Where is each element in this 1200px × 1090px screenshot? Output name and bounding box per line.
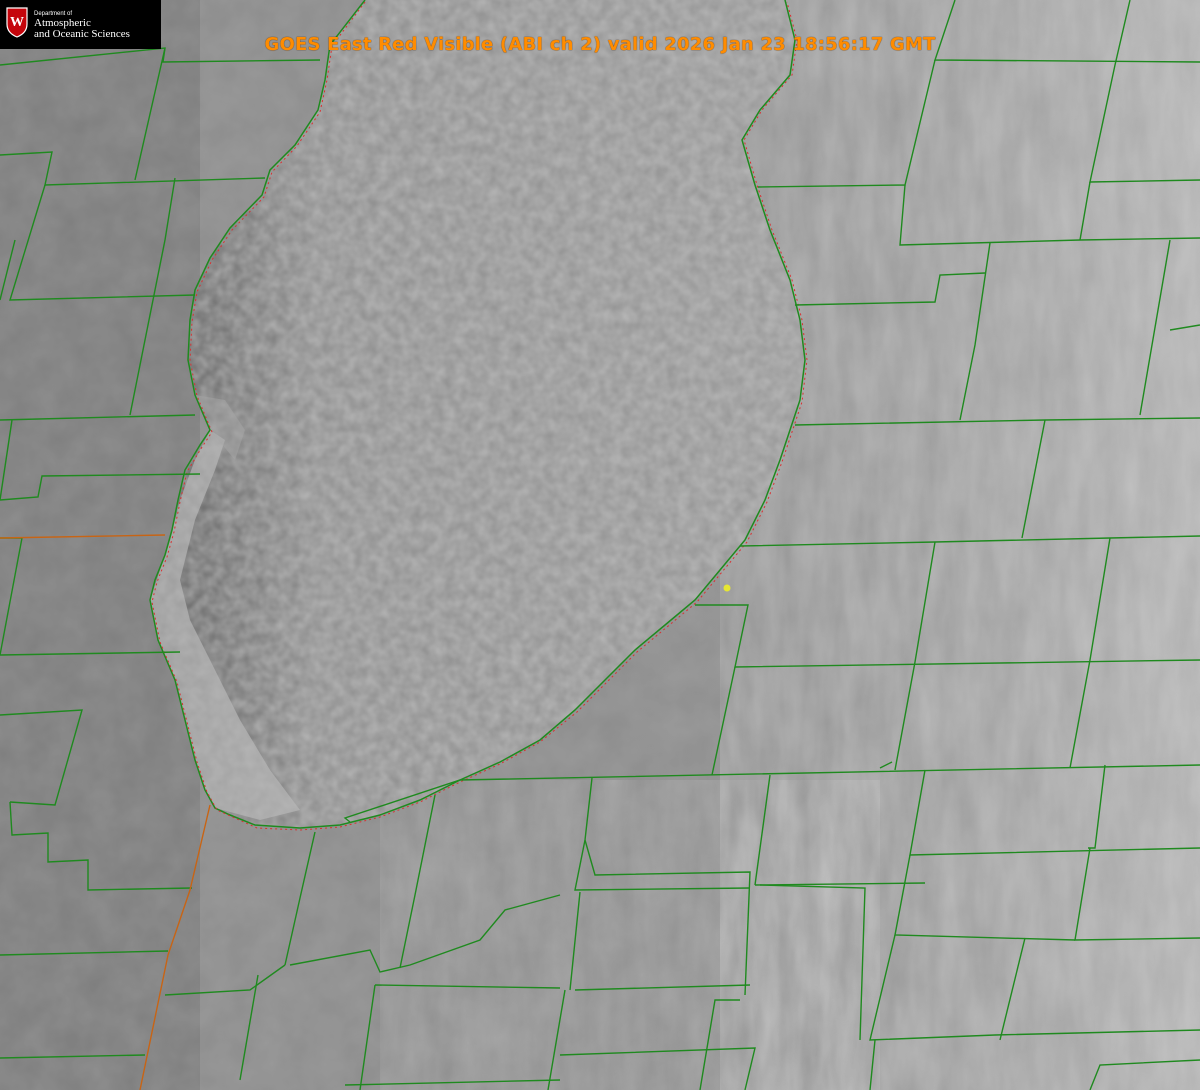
uw-shield-icon: W — [6, 7, 28, 38]
logo-line-2: and Oceanic Sciences — [34, 28, 130, 40]
map-viewer: W Department of Atmospheric and Oceanic … — [0, 0, 1200, 1090]
location-marker — [723, 584, 731, 592]
aos-logo: W Department of Atmospheric and Oceanic … — [0, 0, 161, 49]
satellite-image — [0, 0, 1200, 1090]
svg-text:W: W — [10, 15, 24, 30]
